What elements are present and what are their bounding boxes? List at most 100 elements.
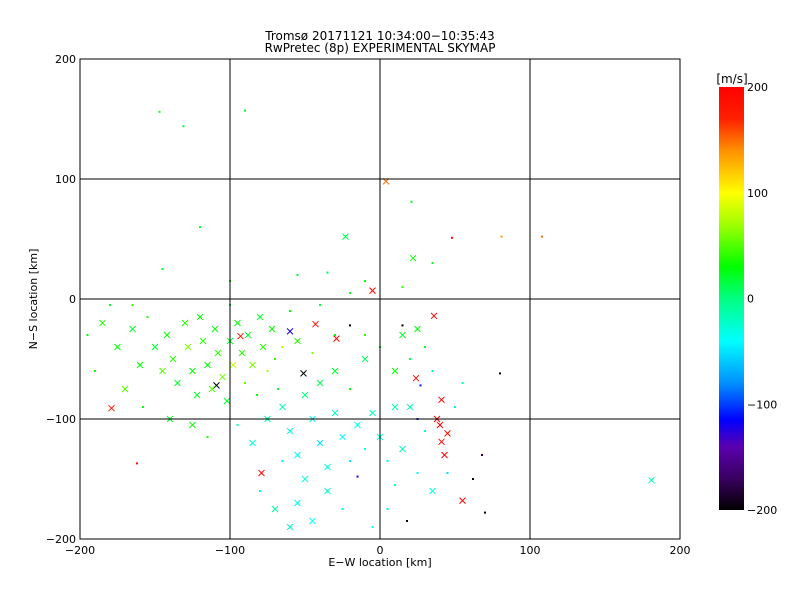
data-point: [94, 370, 96, 372]
data-point-x-marker: [214, 349, 222, 357]
data-point: [484, 511, 486, 514]
data-point: [461, 382, 464, 384]
data-point-x-marker: [294, 499, 301, 507]
data-point-x-marker: [136, 361, 144, 369]
data-point-x-marker: [181, 319, 189, 327]
data-point-x-marker: [438, 438, 445, 446]
data-point: [266, 370, 269, 372]
data-point: [356, 475, 359, 478]
data-point-x-marker: [237, 332, 244, 340]
data-point-x-marker: [430, 312, 438, 320]
data-point-x-marker: [361, 355, 369, 363]
data-point-x-marker: [294, 337, 301, 345]
data-point-x-marker: [196, 313, 204, 321]
data-point: [349, 324, 351, 327]
data-point-x-marker: [459, 497, 466, 504]
data-point-x-marker: [331, 409, 339, 417]
data-point-x-marker: [369, 409, 376, 417]
data-point: [136, 462, 138, 465]
data-point-x-marker: [648, 476, 655, 484]
data-point-x-marker: [438, 396, 445, 404]
x-tick-label: 200: [670, 544, 691, 557]
data-point-x-marker: [286, 427, 294, 435]
data-point: [161, 268, 164, 270]
data-point-x-marker: [238, 349, 246, 357]
colorbar-label: [m/s]: [716, 72, 747, 86]
data-point: [277, 388, 279, 390]
data-point: [341, 508, 344, 510]
data-point: [410, 200, 413, 203]
data-point: [416, 472, 419, 474]
data-point: [281, 346, 284, 348]
data-point: [349, 388, 351, 390]
data-point-x-marker: [331, 367, 339, 375]
data-point-x-marker: [412, 374, 420, 382]
data-point: [451, 236, 453, 239]
data-point: [454, 406, 456, 408]
data-point-x-marker: [184, 343, 192, 351]
data-point-x-marker: [129, 325, 136, 333]
data-point-x-marker: [369, 287, 376, 294]
data-point: [419, 384, 422, 387]
data-point-x-marker: [436, 421, 444, 429]
data-point-x-marker: [223, 397, 231, 405]
data-point: [472, 478, 474, 480]
data-point-x-marker: [208, 385, 216, 393]
data-point: [206, 436, 209, 438]
y-axis-label: N−S location [km]: [27, 249, 40, 350]
data-point: [86, 334, 89, 336]
y-tick-label: 200: [55, 53, 76, 66]
y-tick-label: −100: [46, 413, 76, 426]
data-point-x-marker: [199, 337, 207, 345]
colorbar-tick-label: −100: [747, 398, 777, 411]
data-point-x-marker: [244, 331, 252, 339]
colorbar: [719, 87, 744, 510]
grid-lines: [80, 59, 680, 539]
data-point-x-marker: [249, 439, 256, 447]
data-point-x-marker: [234, 319, 241, 327]
data-point: [431, 262, 434, 264]
data-point: [131, 304, 134, 306]
data-point: [446, 472, 449, 474]
data-point-x-marker: [279, 403, 286, 411]
data-point-x-marker: [294, 451, 301, 459]
data-point-x-marker: [286, 523, 294, 531]
data-point: [311, 352, 314, 354]
data-point: [499, 372, 501, 375]
data-point: [541, 235, 543, 238]
data-point-x-marker: [159, 367, 166, 375]
data-point: [386, 508, 389, 510]
data-point-x-marker: [354, 421, 361, 429]
data-point: [199, 226, 201, 228]
data-point: [182, 125, 185, 128]
skymap-chart: Tromsø 20171121 10:34:00−10:35:43 RwPret…: [27, 29, 777, 569]
data-point: [500, 235, 503, 238]
colorbar-tick-label: −200: [747, 504, 777, 517]
data-point: [146, 316, 149, 318]
data-point-x-marker: [316, 379, 324, 387]
data-point: [481, 454, 483, 456]
data-point: [334, 334, 336, 336]
data-point-x-marker: [211, 325, 219, 333]
x-axis-label: E−W location [km]: [328, 556, 431, 569]
colorbar-tick-label: 0: [747, 293, 754, 306]
colorbar-tick-label: 200: [747, 81, 768, 94]
data-point-x-marker: [286, 328, 294, 335]
data-point-x-marker: [174, 379, 181, 387]
y-tick-label: 100: [55, 173, 76, 186]
data-point-x-marker: [444, 430, 451, 437]
data-point-x-marker: [301, 475, 309, 483]
y-axis: −200 −100 0 100 200: [46, 53, 76, 546]
chart-subtitle: RwPretec (8p) EXPERIMENTAL SKYMAP: [265, 41, 496, 55]
data-point: [244, 109, 246, 112]
data-point-x-marker: [342, 233, 349, 240]
data-point-x-marker: [189, 367, 196, 375]
data-point-x-marker: [399, 331, 406, 339]
data-point-x-marker: [99, 319, 106, 327]
data-point-x-marker: [441, 451, 448, 459]
data-point-x-marker: [324, 463, 331, 471]
data-point-x-marker: [316, 439, 324, 447]
data-point-x-marker: [204, 361, 211, 369]
data-point: [259, 490, 261, 492]
data-point-x-marker: [391, 403, 399, 411]
